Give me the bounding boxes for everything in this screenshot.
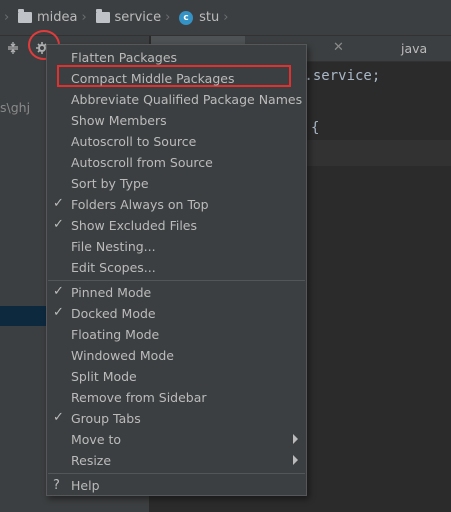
- menu-item-label: Windowed Mode: [71, 348, 174, 363]
- menu-item-label: Autoscroll from Source: [71, 155, 213, 170]
- menu-item-label: Folders Always on Top: [71, 197, 209, 212]
- class-icon: c: [179, 10, 194, 25]
- check-icon: ✓: [53, 305, 64, 320]
- menu-item-folders-always-on-top[interactable]: ✓ Folders Always on Top: [47, 194, 306, 215]
- menu-item-label: Docked Mode: [71, 306, 156, 321]
- help-icon: ?: [53, 478, 60, 493]
- breadcrumb-separator: ›: [4, 9, 10, 25]
- menu-item-label: File Nesting...: [71, 239, 156, 254]
- menu-item-docked-mode[interactable]: ✓ Docked Mode: [47, 303, 306, 324]
- menu-item-label: Compact Middle Packages: [71, 71, 235, 86]
- submenu-arrow-icon: [293, 455, 298, 465]
- menu-item-label: Group Tabs: [71, 411, 141, 426]
- breadcrumb: › midea › service › c stu ›: [0, 0, 451, 36]
- menu-item-label: Pinned Mode: [71, 285, 152, 300]
- menu-item-group-tabs[interactable]: ✓ Group Tabs: [47, 408, 306, 429]
- folder-icon: [95, 9, 110, 23]
- menu-item-label: Move to: [71, 432, 122, 447]
- check-icon: ✓: [53, 217, 64, 232]
- menu-item-show-members[interactable]: Show Members: [47, 110, 306, 131]
- menu-separator: [48, 473, 305, 474]
- check-icon: ✓: [53, 284, 64, 299]
- menu-item-label: Flatten Packages: [71, 50, 178, 65]
- menu-item-label: Show Members: [71, 113, 167, 128]
- breadcrumb-label: service: [114, 10, 162, 25]
- breadcrumb-separator: ›: [81, 9, 87, 25]
- code-line: {: [311, 120, 320, 136]
- menu-item-show-excluded-files[interactable]: ✓ Show Excluded Files: [47, 215, 306, 236]
- menu-item-autoscroll-to-source[interactable]: Autoscroll to Source: [47, 131, 306, 152]
- breadcrumb-separator: ›: [223, 9, 229, 25]
- menu-item-remove-from-sidebar[interactable]: Remove from Sidebar: [47, 387, 306, 408]
- close-icon[interactable]: ✕: [333, 40, 344, 55]
- menu-item-help[interactable]: ? Help: [47, 475, 306, 496]
- menu-item-file-nesting[interactable]: File Nesting...: [47, 236, 306, 257]
- menu-item-pinned-mode[interactable]: ✓ Pinned Mode: [47, 282, 306, 303]
- breadcrumb-label: midea: [37, 10, 78, 25]
- menu-separator: [48, 280, 305, 281]
- selected-tree-row[interactable]: [0, 306, 46, 326]
- menu-item-label: Edit Scopes...: [71, 260, 156, 275]
- menu-item-split-mode[interactable]: Split Mode: [47, 366, 306, 387]
- menu-item-label: Resize: [71, 453, 112, 468]
- menu-item-windowed-mode[interactable]: Windowed Mode: [47, 345, 306, 366]
- menu-item-label: Autoscroll to Source: [71, 134, 197, 149]
- menu-item-label: Floating Mode: [71, 327, 160, 342]
- menu-item-label: Sort by Type: [71, 176, 149, 191]
- breadcrumb-item-stu[interactable]: c stu: [179, 10, 219, 25]
- tab-label[interactable]: java: [401, 41, 427, 56]
- menu-item-edit-scopes[interactable]: Edit Scopes...: [47, 257, 306, 278]
- breadcrumb-item-midea[interactable]: midea: [18, 9, 78, 25]
- menu-item-abbreviate-qualified-package-names[interactable]: Abbreviate Qualified Package Names: [47, 89, 306, 110]
- menu-item-label: Show Excluded Files: [71, 218, 198, 233]
- menu-item-autoscroll-from-source[interactable]: Autoscroll from Source: [47, 152, 306, 173]
- menu-item-compact-middle-packages[interactable]: Compact Middle Packages: [47, 68, 306, 89]
- menu-item-floating-mode[interactable]: Floating Mode: [47, 324, 306, 345]
- menu-item-sort-by-type[interactable]: Sort by Type: [47, 173, 306, 194]
- code-line: a.service;: [296, 68, 381, 84]
- menu-item-label: Help: [71, 478, 100, 493]
- check-icon: ✓: [53, 196, 64, 211]
- menu-item-move-to[interactable]: Move to: [47, 429, 306, 450]
- menu-item-label: Remove from Sidebar: [71, 390, 207, 405]
- breadcrumb-label: stu: [199, 10, 220, 25]
- project-tree-path[interactable]: s\ghj: [0, 100, 30, 115]
- collapse-all-icon[interactable]: [4, 39, 22, 57]
- breadcrumb-separator: ›: [165, 9, 171, 25]
- folder-icon: [18, 9, 32, 23]
- menu-item-flatten-packages[interactable]: Flatten Packages: [47, 47, 306, 68]
- menu-item-label: Split Mode: [71, 369, 137, 384]
- menu-item-resize[interactable]: Resize: [47, 450, 306, 471]
- submenu-arrow-icon: [293, 434, 298, 444]
- check-icon: ✓: [53, 410, 64, 425]
- menu-item-label: Abbreviate Qualified Package Names: [71, 92, 303, 107]
- breadcrumb-item-service[interactable]: service: [95, 9, 162, 25]
- project-options-menu: Flatten Packages Compact Middle Packages…: [46, 44, 307, 496]
